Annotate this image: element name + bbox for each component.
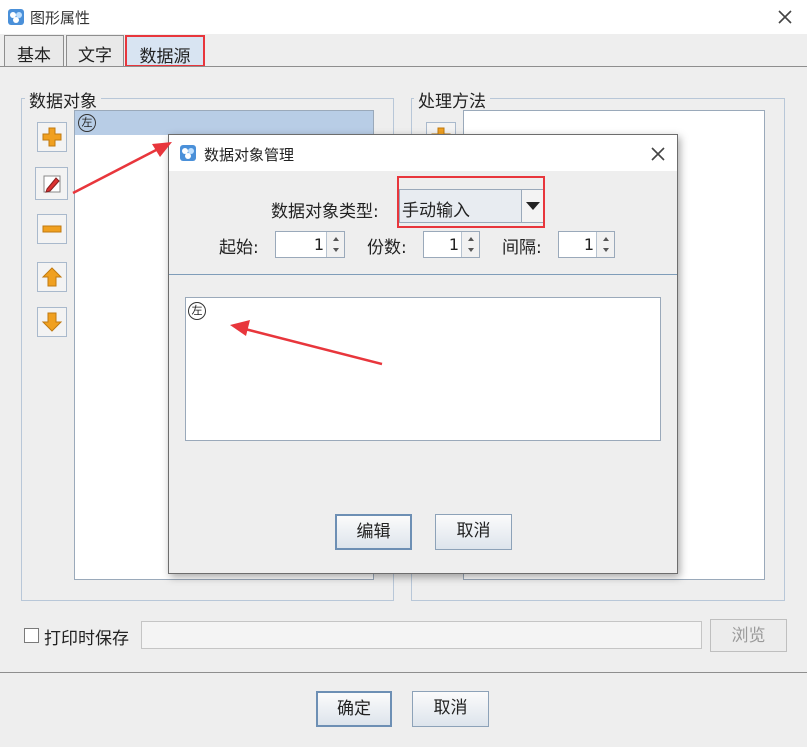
- tab-data-source[interactable]: 数据源: [125, 35, 205, 67]
- spin-arrows-icon: [603, 237, 609, 252]
- list-item[interactable]: 左: [75, 111, 373, 135]
- add-object-button[interactable]: [37, 122, 67, 152]
- data-objects-legend: 数据对象: [25, 87, 101, 112]
- copies-spinner[interactable]: 1: [423, 231, 480, 258]
- cancel-label: 取消: [433, 698, 468, 718]
- tab-basic-label: 基本: [17, 46, 51, 66]
- start-spinner-buttons[interactable]: [326, 232, 344, 257]
- interval-label: 间隔:: [502, 238, 542, 258]
- edit-button[interactable]: 编辑: [335, 514, 412, 550]
- move-down-button[interactable]: [37, 307, 67, 337]
- processing-legend: 处理方法: [414, 87, 490, 112]
- dialog-separator: [169, 274, 677, 275]
- dialog-title: 数据对象管理: [204, 146, 295, 164]
- spin-arrows-icon: [333, 237, 339, 252]
- spin-arrows-icon: [468, 237, 474, 252]
- print-save-checkbox[interactable]: [24, 628, 39, 643]
- dialog-cancel-label: 取消: [456, 521, 491, 541]
- move-up-button[interactable]: [37, 262, 67, 292]
- minus-icon: [42, 225, 62, 233]
- edit-label: 编辑: [356, 522, 391, 542]
- arrow-up-icon: [41, 267, 63, 287]
- ok-label: 确定: [337, 699, 371, 719]
- copies-label: 份数:: [367, 238, 407, 258]
- tab-text-label: 文字: [78, 46, 112, 66]
- copies-value: 1: [448, 235, 459, 254]
- browse-label: 浏览: [731, 626, 766, 646]
- copies-spinner-buttons[interactable]: [461, 232, 479, 257]
- app-icon: [8, 9, 24, 25]
- interval-spinner-buttons[interactable]: [596, 232, 614, 257]
- remove-object-button[interactable]: [37, 214, 67, 244]
- arrow-down-icon: [41, 312, 63, 332]
- start-value: 1: [313, 235, 324, 254]
- start-label: 起始:: [219, 238, 259, 258]
- close-icon[interactable]: [776, 8, 794, 26]
- content-glyph: 左: [188, 302, 206, 320]
- interval-value: 1: [583, 235, 594, 254]
- dialog-app-icon: [180, 145, 196, 161]
- dialog-titlebar: 数据对象管理: [169, 135, 677, 171]
- cancel-button[interactable]: 取消: [412, 691, 489, 727]
- dialog-cancel-button[interactable]: 取消: [435, 514, 512, 550]
- window-titlebar: 图形属性: [0, 0, 807, 34]
- print-save-label: 打印时保存: [44, 629, 129, 649]
- interval-spinner[interactable]: 1: [558, 231, 615, 258]
- tab-text[interactable]: 文字: [66, 35, 124, 67]
- edit-object-button[interactable]: [35, 167, 68, 200]
- dialog-close-icon[interactable]: [649, 145, 667, 163]
- data-object-glyph: 左: [78, 114, 96, 132]
- dialog-content-area[interactable]: 左: [185, 297, 661, 441]
- object-type-highlight: [397, 176, 545, 228]
- tab-basic[interactable]: 基本: [4, 35, 64, 67]
- start-spinner[interactable]: 1: [275, 231, 345, 258]
- browse-button[interactable]: 浏览: [710, 619, 787, 652]
- pencil-edit-icon: [43, 175, 60, 193]
- print-save-path-field: [141, 621, 702, 649]
- ok-button[interactable]: 确定: [316, 691, 392, 727]
- tab-data-source-label: 数据源: [139, 47, 191, 67]
- plus-icon: [42, 127, 62, 147]
- data-object-manager-dialog: 数据对象管理 数据对象类型: 手动输入 起始: 1 份数: 1 间隔: 1 左: [168, 134, 678, 574]
- window-title: 图形属性: [30, 9, 91, 27]
- object-type-label: 数据对象类型:: [271, 202, 379, 222]
